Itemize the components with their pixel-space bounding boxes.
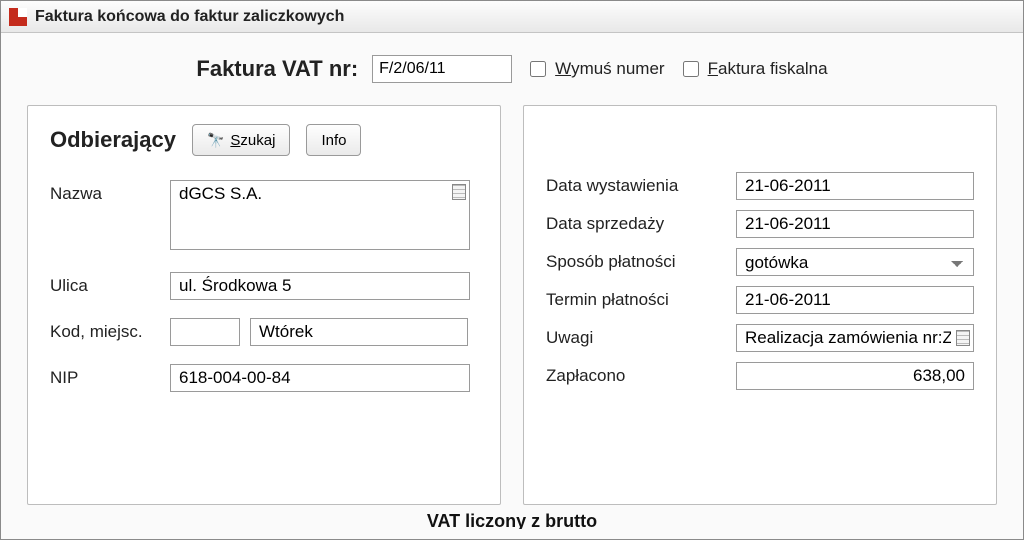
- street-field: Ulica: [50, 272, 478, 300]
- invoice-number-input[interactable]: [372, 55, 512, 83]
- document-icon: [452, 184, 466, 200]
- panels: Odbierający 🔭 Szukaj Info Nazwa: [27, 105, 997, 505]
- search-button[interactable]: 🔭 Szukaj: [192, 124, 290, 156]
- name-input[interactable]: [170, 180, 470, 250]
- city-input[interactable]: [250, 318, 468, 346]
- paid-input[interactable]: [736, 362, 974, 390]
- zip-city-label: Kod, miejsc.: [50, 318, 160, 342]
- fiscal-invoice-checkbox[interactable]: [683, 61, 699, 77]
- nip-input[interactable]: [170, 364, 470, 392]
- street-label: Ulica: [50, 272, 160, 296]
- payment-method-label: Sposób płatności: [546, 252, 726, 272]
- zip-city-field: Kod, miejsc.: [50, 318, 478, 346]
- issue-date-input[interactable]: [736, 172, 974, 200]
- details-panel: Data wystawienia Data sprzedaży Sposób p…: [523, 105, 997, 505]
- name-field: Nazwa: [50, 180, 478, 254]
- recipient-panel: Odbierający 🔭 Szukaj Info Nazwa: [27, 105, 501, 505]
- invoice-number-label: Faktura VAT nr:: [196, 56, 358, 82]
- info-button[interactable]: Info: [306, 124, 361, 156]
- name-label: Nazwa: [50, 180, 160, 204]
- binoculars-icon: 🔭: [207, 132, 224, 149]
- notes-label: Uwagi: [546, 328, 726, 348]
- app-icon: [9, 8, 27, 26]
- vat-mode-label: VAT liczony z brutto: [27, 511, 997, 529]
- notes-input[interactable]: [736, 324, 974, 352]
- payment-term-input[interactable]: [736, 286, 974, 314]
- sale-date-label: Data sprzedaży: [546, 214, 726, 234]
- paid-label: Zapłacono: [546, 366, 726, 386]
- force-number-checkbox[interactable]: [530, 61, 546, 77]
- details-grid: Data wystawienia Data sprzedaży Sposób p…: [546, 172, 974, 390]
- payment-method-select[interactable]: gotówka: [736, 248, 974, 276]
- recipient-header: Odbierający 🔭 Szukaj Info: [50, 124, 478, 156]
- sale-date-input[interactable]: [736, 210, 974, 238]
- force-number-checkbox-label[interactable]: Wymuś numer: [526, 58, 664, 80]
- nip-label: NIP: [50, 364, 160, 388]
- nip-field: NIP: [50, 364, 478, 392]
- fiscal-invoice-checkbox-label[interactable]: Faktura fiskalna: [679, 58, 828, 80]
- invoice-number-row: Faktura VAT nr: Wymuś numer Faktura fisk…: [27, 55, 997, 83]
- issue-date-label: Data wystawienia: [546, 176, 726, 196]
- recipient-title: Odbierający: [50, 127, 176, 153]
- window-title: Faktura końcowa do faktur zaliczkowych: [35, 8, 344, 26]
- payment-term-label: Termin płatności: [546, 290, 726, 310]
- invoice-dialog: Faktura końcowa do faktur zaliczkowych F…: [0, 0, 1024, 540]
- document-icon: [956, 330, 970, 346]
- client-area: Faktura VAT nr: Wymuś numer Faktura fisk…: [1, 33, 1023, 539]
- street-input[interactable]: [170, 272, 470, 300]
- titlebar: Faktura końcowa do faktur zaliczkowych: [1, 1, 1023, 33]
- zip-input[interactable]: [170, 318, 240, 346]
